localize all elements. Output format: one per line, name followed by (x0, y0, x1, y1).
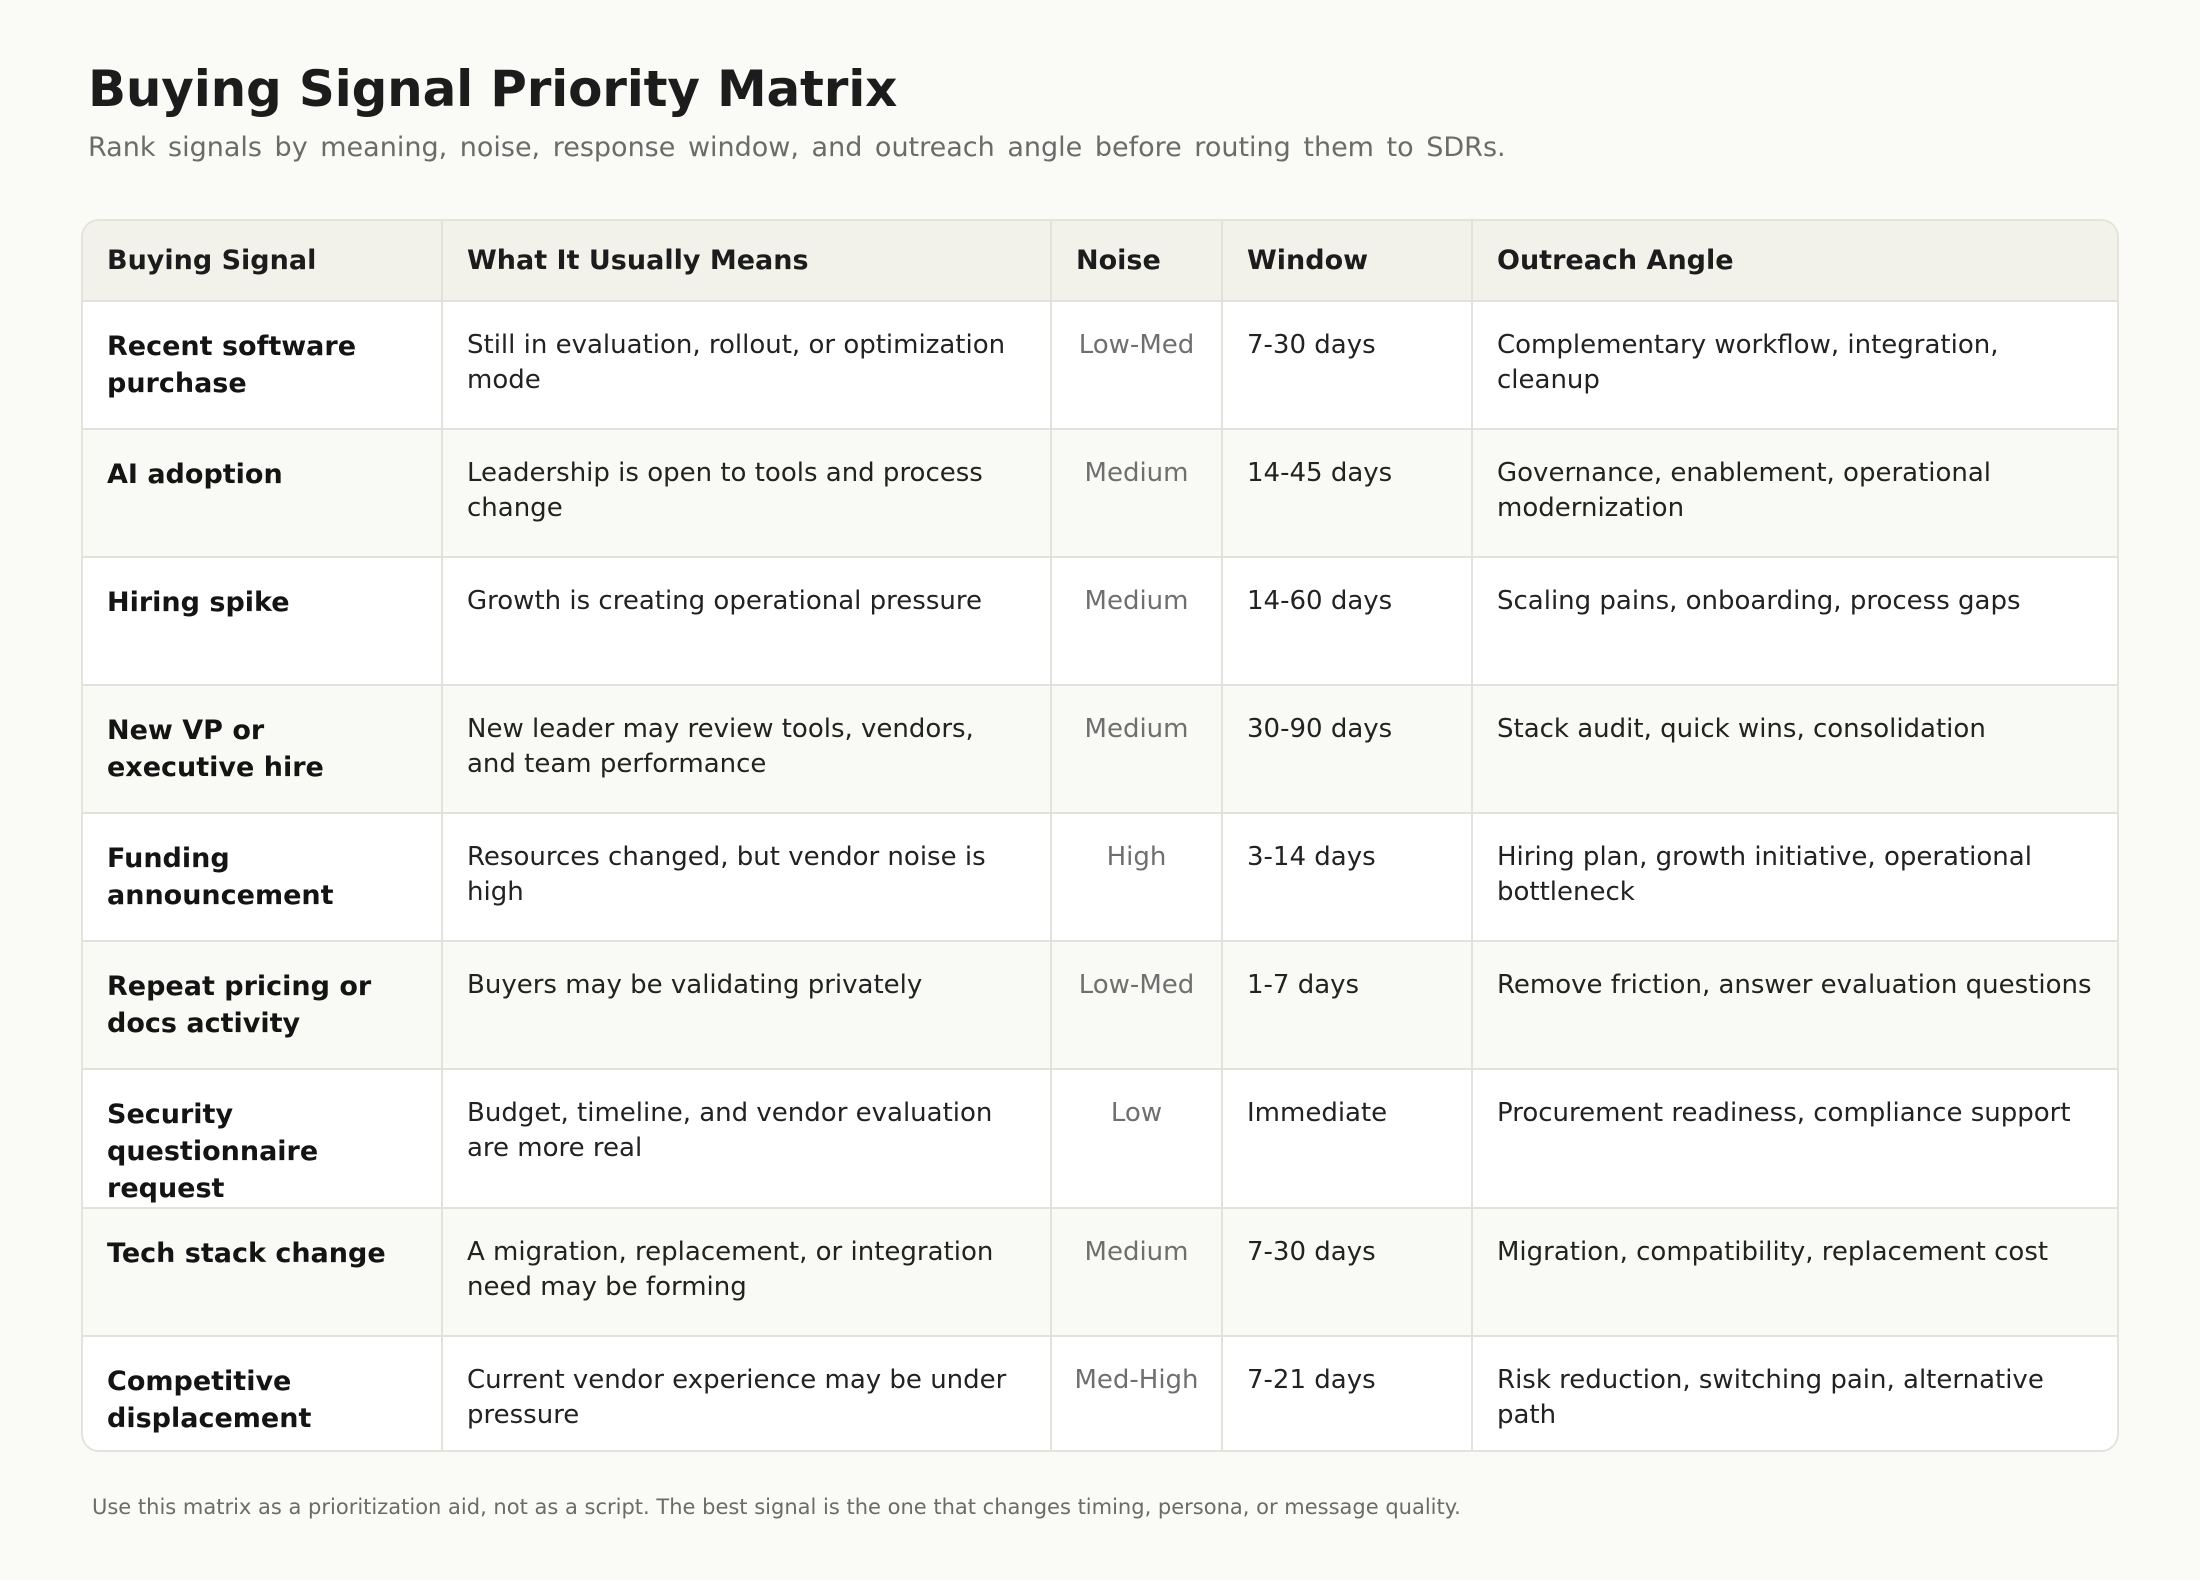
table-body: Recent software purchase Still in evalua… (83, 301, 2117, 1450)
meaning-cell: Buyers may be validating privately (442, 941, 1052, 1070)
noise-cell: Low-Med (1051, 941, 1223, 1070)
signal-matrix-table: Buying Signal What It Usually Means Nois… (83, 221, 2117, 1450)
outreach-angle-cell: Stack audit, quick wins, consolidation (1472, 685, 2117, 814)
noise-cell: High (1051, 813, 1223, 942)
table-row: Tech stack change A migration, replaceme… (83, 1208, 2117, 1337)
signal-cell: Hiring spike (83, 557, 443, 686)
meaning-cell: Leadership is open to tools and process … (442, 429, 1052, 558)
column-header-buying-signal: Buying Signal (83, 221, 443, 302)
noise-cell: Med-High (1051, 1336, 1223, 1450)
table-row: Repeat pricing or docs activity Buyers m… (83, 941, 2117, 1070)
outreach-angle-cell: Risk reduction, switching pain, alternat… (1497, 1365, 2044, 1430)
noise-cell: Medium (1051, 685, 1223, 814)
signal-cell: AI adoption (83, 429, 443, 558)
outreach-angle-cell: Remove friction, answer evaluation quest… (1472, 941, 2117, 1070)
signal-cell: Tech stack change (83, 1208, 443, 1337)
meaning-cell: Resources changed, but vendor noise is h… (442, 813, 1052, 942)
meaning-cell: A migration, replacement, or integration… (442, 1208, 1052, 1337)
signal-cell: Competitive displacement (83, 1336, 443, 1450)
window-cell: 7-30 days (1222, 1208, 1473, 1337)
meaning-cell: Still in evaluation, rollout, or optimiz… (442, 301, 1052, 430)
column-header-meaning: What It Usually Means (442, 221, 1052, 302)
outreach-angle-cell: Scaling pains, onboarding, process gaps (1472, 557, 2117, 686)
page-title: Buying Signal Priority Matrix (88, 60, 898, 118)
outreach-angle-cell: Procurement readiness, compliance suppor… (1472, 1069, 2117, 1209)
table-row: New VP or executive hire New leader may … (83, 685, 2117, 814)
meaning-cell: Growth is creating operational pressure (442, 557, 1052, 686)
page: Buying Signal Priority Matrix Rank signa… (0, 0, 2200, 1580)
signal-cell: Security questionnaire request (83, 1069, 443, 1209)
column-header-window: Window (1222, 221, 1473, 302)
meaning-cell: Budget, timeline, and vendor evaluation … (442, 1069, 1052, 1209)
window-cell: 14-45 days (1222, 429, 1473, 558)
signal-cell: Recent software purchase (83, 301, 443, 430)
noise-cell: Medium (1051, 429, 1223, 558)
noise-cell: Low (1051, 1069, 1223, 1209)
signal-cell: New VP or executive hire (83, 685, 443, 814)
table-row: AI adoption Leadership is open to tools … (83, 429, 2117, 558)
table-row: Recent software purchase Still in evalua… (83, 301, 2117, 430)
header-row: Buying Signal What It Usually Means Nois… (83, 221, 2117, 302)
window-cell: 7-21 days (1222, 1336, 1473, 1450)
column-header-outreach-angle: Outreach Angle (1472, 221, 2117, 302)
table-row: Competitive displacement Current vendor … (83, 1336, 2117, 1450)
outreach-angle-cell: Hiring plan, growth initiative, operatio… (1472, 813, 2117, 942)
outreach-angle-cell: Migration, compatibility, replacement co… (1472, 1208, 2117, 1337)
window-cell: 7-30 days (1222, 301, 1473, 430)
noise-cell: Medium (1051, 1208, 1223, 1337)
signal-cell: Repeat pricing or docs activity (83, 941, 443, 1070)
column-header-noise: Noise (1051, 221, 1223, 302)
outreach-angle-cell: Complementary workflow, integration, cle… (1472, 301, 2117, 430)
meaning-cell: New leader may review tools, vendors, an… (442, 685, 1052, 814)
table-row: Security questionnaire request Budget, t… (83, 1069, 2117, 1209)
window-cell: Immediate (1222, 1069, 1473, 1209)
window-cell: 3-14 days (1222, 813, 1473, 942)
page-subtitle: Rank signals by meaning, noise, response… (88, 132, 1506, 163)
matrix-table-container: Buying Signal What It Usually Means Nois… (81, 219, 2119, 1452)
outreach-angle-cell: Governance, enablement, operational mode… (1472, 429, 2117, 558)
window-cell: 30-90 days (1222, 685, 1473, 814)
noise-cell: Medium (1051, 557, 1223, 686)
noise-cell: Low-Med (1051, 301, 1223, 430)
table-header: Buying Signal What It Usually Means Nois… (83, 221, 2117, 302)
table-row: Funding announcement Resources changed, … (83, 813, 2117, 942)
signal-cell: Funding announcement (83, 813, 443, 942)
window-cell: 1-7 days (1222, 941, 1473, 1070)
meaning-cell: Current vendor experience may be under p… (442, 1336, 1052, 1450)
footnote: Use this matrix as a prioritization aid,… (92, 1495, 1461, 1519)
window-cell: 14-60 days (1222, 557, 1473, 686)
table-row: Hiring spike Growth is creating operatio… (83, 557, 2117, 686)
